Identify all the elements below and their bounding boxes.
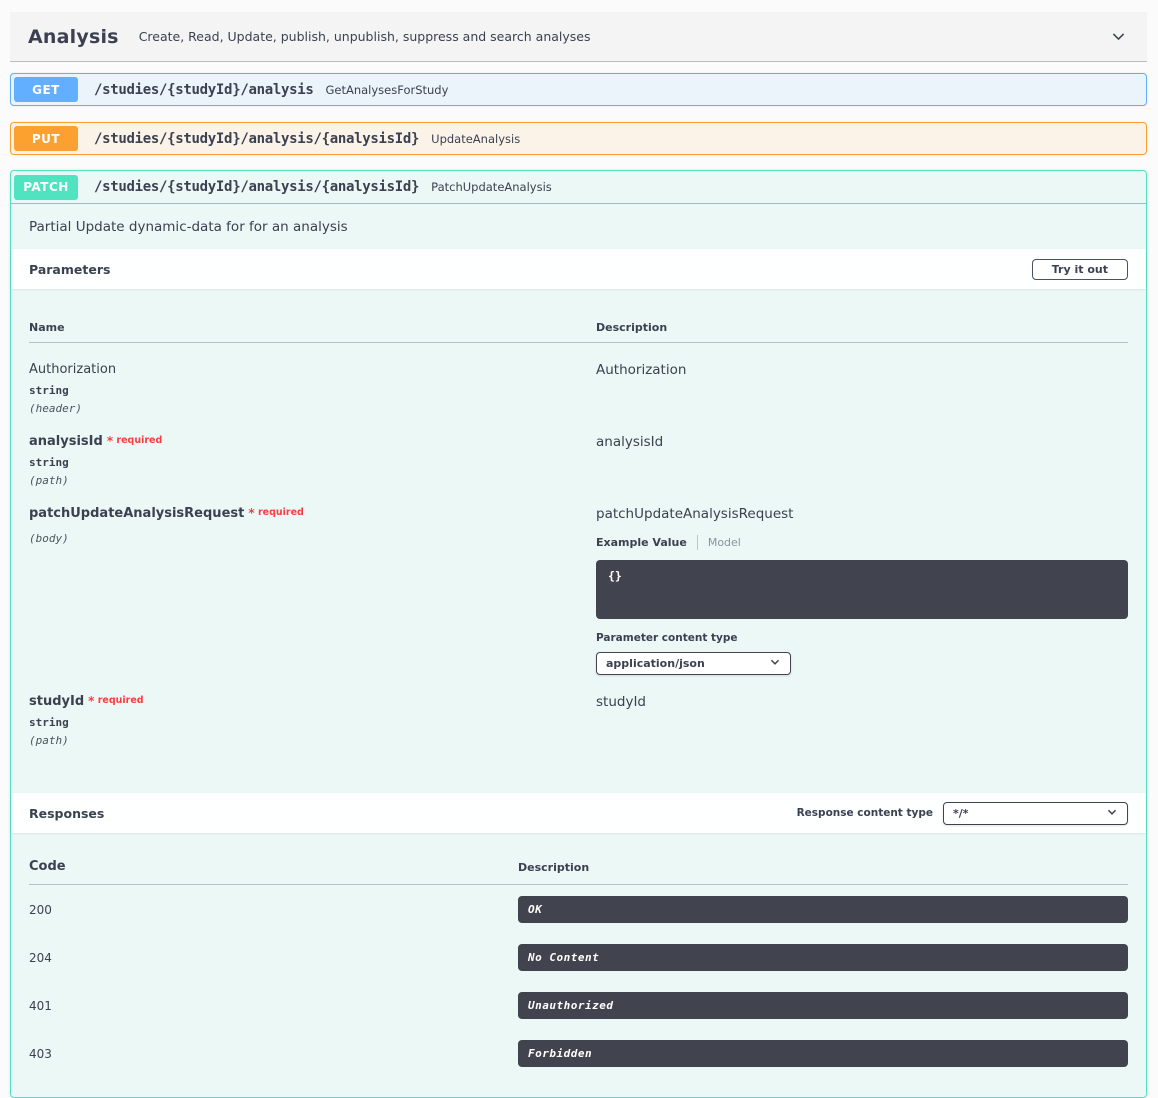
opblock-get[interactable]: GET /studies/{studyId}/analysis GetAnaly… — [10, 73, 1147, 106]
param-name-cell: patchUpdateAnalysisRequest* required (bo… — [29, 506, 596, 675]
responses-table: Code Description 200 OK 204 No Content 4… — [11, 833, 1146, 1097]
method-badge-put: PUT — [14, 126, 78, 151]
param-row-patchupdateanalysisrequest: patchUpdateAnalysisRequest* required (bo… — [29, 487, 1128, 675]
param-type: string — [29, 384, 596, 397]
selected-value: */* — [953, 807, 969, 820]
response-row-204: 204 No Content — [29, 944, 1128, 971]
response-content-type-select[interactable]: */* — [943, 802, 1128, 825]
param-name-cell: studyId* required string (path) — [29, 694, 596, 747]
response-code: 401 — [29, 999, 518, 1013]
response-description: Unauthorized — [518, 992, 1128, 1019]
column-header-name: Name — [29, 321, 596, 334]
response-row-401: 401 Unauthorized — [29, 992, 1128, 1019]
param-row-authorization: Authorization string (header) Authorizat… — [29, 343, 1128, 415]
param-description: studyId — [596, 694, 1128, 710]
parameters-table: Name Description Authorization string (h… — [11, 289, 1146, 793]
tab-example-value[interactable]: Example Value — [596, 536, 687, 549]
param-name: Authorization — [29, 362, 596, 377]
operation-description: Partial Update dynamic-data for for an a… — [11, 204, 1146, 249]
parameter-content-type-label: Parameter content type — [596, 632, 1128, 644]
param-type: string — [29, 716, 596, 729]
response-code: 200 — [29, 903, 518, 917]
param-desc-cell: patchUpdateAnalysisRequest Example Value… — [596, 506, 1128, 675]
chevron-down-icon — [769, 656, 781, 671]
column-header-description: Description — [596, 321, 1128, 334]
param-desc-cell: studyId — [596, 694, 1128, 747]
param-desc-cell: Authorization — [596, 362, 1128, 415]
response-content-type-label: Response content type — [797, 807, 933, 819]
response-row-403: 403 Forbidden — [29, 1040, 1128, 1067]
response-row-200: 200 OK — [29, 896, 1128, 923]
response-code: 204 — [29, 951, 518, 965]
try-it-out-button[interactable]: Try it out — [1032, 259, 1128, 280]
response-description: No Content — [518, 944, 1128, 971]
responses-section-header: Responses Response content type */* — [11, 793, 1146, 833]
response-description: OK — [518, 896, 1128, 923]
opblock-put[interactable]: PUT /studies/{studyId}/analysis/{analysi… — [10, 122, 1147, 155]
param-row-analysisid: analysisId* required string (path) analy… — [29, 415, 1128, 487]
tag-title: Analysis — [28, 26, 119, 48]
param-row-studyid: studyId* required string (path) studyId — [29, 675, 1128, 747]
param-name-cell: analysisId* required string (path) — [29, 434, 596, 487]
param-description: patchUpdateAnalysisRequest — [596, 506, 1128, 522]
param-name-cell: Authorization string (header) — [29, 362, 596, 415]
response-code: 403 — [29, 1047, 518, 1061]
example-model-tabs: Example Value Model — [596, 535, 1128, 550]
param-name: studyId* required — [29, 694, 596, 709]
operation-id: UpdateAnalysis — [431, 132, 520, 146]
required-marker: * required — [248, 507, 303, 518]
opblock-patch-summary[interactable]: PATCH /studies/{studyId}/analysis/{analy… — [11, 171, 1146, 204]
chevron-down-icon — [1106, 806, 1118, 821]
swagger-page: Analysis Create, Read, Update, publish, … — [0, 0, 1158, 1098]
param-description: analysisId — [596, 434, 1128, 450]
param-name: analysisId* required — [29, 434, 596, 449]
column-header-description: Description — [518, 861, 1128, 874]
chevron-down-icon[interactable] — [1110, 28, 1127, 45]
operation-id: GetAnalysesForStudy — [325, 83, 448, 97]
method-badge-patch: PATCH — [14, 175, 78, 200]
operation-id: PatchUpdateAnalysis — [431, 180, 552, 194]
responses-table-head: Code Description — [29, 847, 1128, 885]
required-marker: * required — [107, 435, 162, 446]
endpoint-path: /studies/{studyId}/analysis — [94, 82, 313, 98]
param-description: Authorization — [596, 362, 1128, 378]
param-location: (header) — [29, 402, 596, 415]
param-location: (path) — [29, 474, 596, 487]
param-location: (path) — [29, 734, 596, 747]
responses-title: Responses — [29, 806, 104, 821]
param-desc-cell: analysisId — [596, 434, 1128, 487]
endpoint-path: /studies/{studyId}/analysis/{analysisId} — [94, 179, 419, 195]
opblock-patch: PATCH /studies/{studyId}/analysis/{analy… — [10, 170, 1147, 1098]
selected-value: application/json — [606, 657, 705, 670]
tag-header-analysis[interactable]: Analysis Create, Read, Update, publish, … — [10, 12, 1147, 62]
required-marker: * required — [88, 695, 143, 706]
tab-divider — [697, 535, 698, 550]
parameter-content-type-select[interactable]: application/json — [596, 652, 791, 675]
param-type: string — [29, 456, 596, 469]
endpoint-path: /studies/{studyId}/analysis/{analysisId} — [94, 131, 419, 147]
example-code-block[interactable]: {} — [596, 560, 1128, 619]
param-name: patchUpdateAnalysisRequest* required — [29, 506, 596, 521]
method-badge-get: GET — [14, 77, 78, 102]
parameters-table-head: Name Description — [29, 307, 1128, 343]
parameters-title: Parameters — [29, 262, 110, 277]
response-description: Forbidden — [518, 1040, 1128, 1067]
column-header-code: Code — [29, 859, 518, 874]
response-content-type: Response content type */* — [797, 802, 1128, 825]
tab-model[interactable]: Model — [708, 536, 741, 549]
parameters-section-header: Parameters Try it out — [11, 249, 1146, 289]
tag-description: Create, Read, Update, publish, unpublish… — [139, 29, 591, 44]
param-location: (body) — [29, 532, 596, 545]
